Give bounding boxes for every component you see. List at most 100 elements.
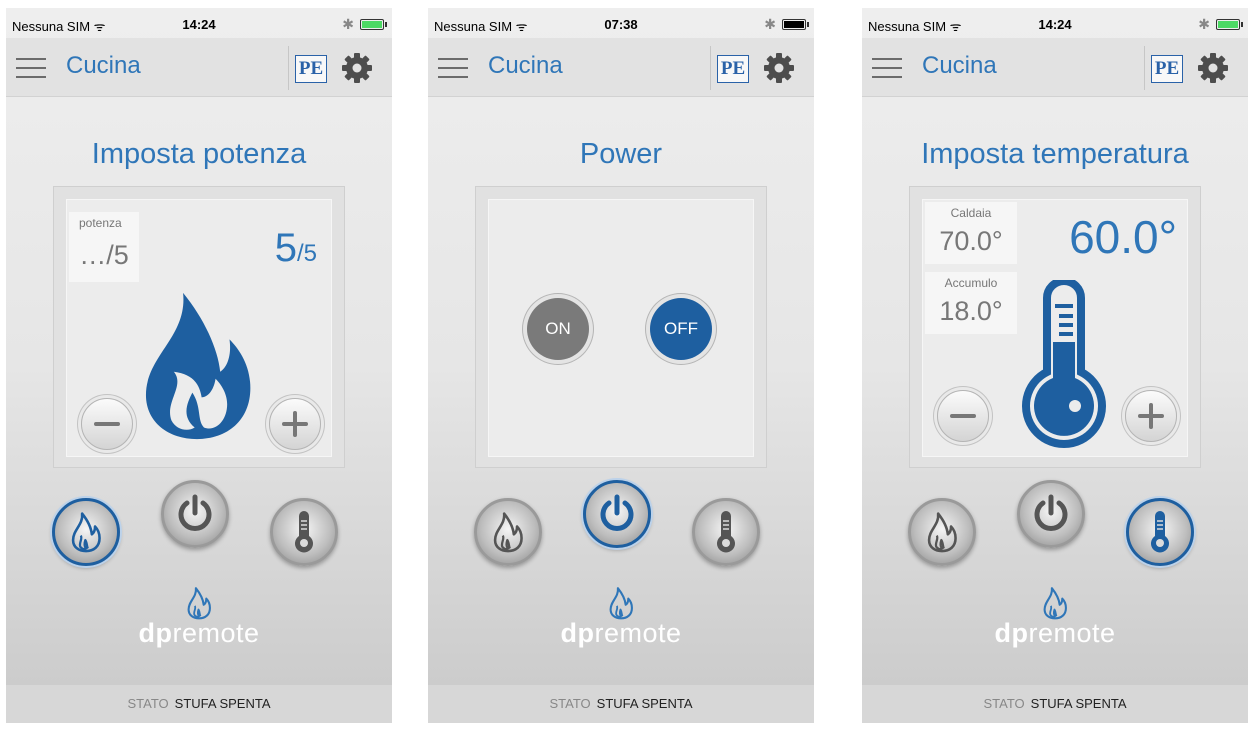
tab-temperature[interactable] <box>692 498 760 566</box>
screen-heading: Imposta temperatura <box>921 138 1189 170</box>
status-label: STATO <box>549 696 591 711</box>
bluetooth-icon: ✱ <box>764 16 776 32</box>
caldaia-box: Caldaia 70.0° <box>925 202 1017 264</box>
control-panel-inner: potenza …/5 5/5 <box>66 199 332 457</box>
potenza-value: …/5 <box>79 240 129 270</box>
top-bar: Cucina PE <box>6 38 392 97</box>
pe-logo[interactable]: PE <box>295 55 327 83</box>
clock: 07:38 <box>604 17 638 32</box>
screen-heading: Power <box>579 138 663 170</box>
battery-icon <box>1216 19 1243 30</box>
tab-on-off[interactable] <box>161 480 229 548</box>
thermometer-icon <box>283 511 325 553</box>
status-value: STUFA SPENTA <box>596 696 693 711</box>
tab-on-off[interactable] <box>1017 480 1085 548</box>
status-label: STATO <box>983 696 1025 711</box>
tab-temperature[interactable] <box>1126 498 1194 566</box>
pe-logo[interactable]: PE <box>1151 55 1183 83</box>
control-panel: Caldaia 70.0° Accumulo 18.0° 60.0° <box>909 186 1201 468</box>
menu-icon[interactable] <box>16 58 46 80</box>
gear-icon[interactable] <box>1197 52 1229 84</box>
screen-power: Nessuna SIM ᯤ 07:38 ✱ Cucina PE Power ON… <box>428 8 814 723</box>
status-footer: STATO STUFA SPENTA <box>6 685 392 723</box>
page-title: Cucina <box>922 52 997 79</box>
power-level-max: /5 <box>296 240 317 267</box>
control-panel: potenza …/5 5/5 <box>53 186 345 468</box>
power-icon <box>174 493 216 535</box>
screen-potenza: Nessuna SIM ᯤ 14:24 ✱ Cucina PE Imposta … <box>6 8 392 723</box>
control-panel-inner: Caldaia 70.0° Accumulo 18.0° 60.0° <box>922 199 1188 457</box>
status-bar: Nessuna SIM ᯤ 14:24 ✱ <box>6 8 392 38</box>
brand-light: remote <box>172 618 260 648</box>
power-icon <box>1030 493 1072 535</box>
clock: 14:24 <box>182 17 216 32</box>
brand-logo: dpremote <box>6 618 392 649</box>
menu-icon[interactable] <box>872 58 902 80</box>
brand-bold: dp <box>994 618 1029 648</box>
page-title: Cucina <box>488 52 563 79</box>
brand-bold: dp <box>138 618 173 648</box>
status-value: STUFA SPENTA <box>174 696 271 711</box>
tab-temperature[interactable] <box>270 498 338 566</box>
power-icon <box>596 493 638 535</box>
brand-flame-icon <box>186 586 212 620</box>
tab-power-level[interactable] <box>52 498 120 566</box>
power-level-number: 5 <box>274 226 297 270</box>
status-bar: Nessuna SIM ᯤ 14:24 ✱ <box>862 8 1248 38</box>
thermometer-icon <box>1139 511 1181 553</box>
battery-icon <box>360 19 387 30</box>
battery-icon <box>782 19 809 30</box>
power-level-value: 5/5 <box>275 226 317 271</box>
tab-power-level[interactable] <box>474 498 542 566</box>
status-footer: STATO STUFA SPENTA <box>428 685 814 723</box>
brand-light: remote <box>594 618 682 648</box>
flame-icon <box>487 511 529 553</box>
accumulo-value: 18.0° <box>939 296 1003 326</box>
screen-temperatura: Nessuna SIM ᯤ 14:24 ✱ Cucina PE Imposta … <box>862 8 1248 723</box>
plus-button[interactable] <box>269 398 321 450</box>
brand-flame-icon <box>608 586 634 620</box>
flame-icon <box>139 288 255 444</box>
status-footer: STATO STUFA SPENTA <box>862 685 1248 723</box>
pe-logo[interactable]: PE <box>717 55 749 83</box>
top-bar: Cucina PE <box>862 38 1248 97</box>
potenza-box: potenza …/5 <box>69 212 139 282</box>
tab-on-off[interactable] <box>583 480 651 548</box>
menu-icon[interactable] <box>438 58 468 80</box>
minus-button[interactable] <box>937 390 989 442</box>
accumulo-box: Accumulo 18.0° <box>925 272 1017 334</box>
gear-icon[interactable] <box>763 52 795 84</box>
page-title: Cucina <box>66 52 141 79</box>
status-bar: Nessuna SIM ᯤ 07:38 ✱ <box>428 8 814 38</box>
status-label: STATO <box>127 696 169 711</box>
minus-button[interactable] <box>81 398 133 450</box>
brand-bold: dp <box>560 618 595 648</box>
on-button[interactable]: ON <box>527 298 589 360</box>
temperature-setpoint: 60.0° <box>1069 211 1177 263</box>
flame-icon <box>921 511 963 553</box>
thermometer-icon <box>1019 280 1109 450</box>
divider <box>1144 46 1145 90</box>
divider <box>710 46 711 90</box>
flame-icon <box>65 511 107 553</box>
control-panel: ON OFF <box>475 186 767 468</box>
brand-flame-icon <box>1042 586 1068 620</box>
potenza-label: potenza <box>79 216 122 230</box>
divider <box>288 46 289 90</box>
caldaia-value: 70.0° <box>939 226 1003 256</box>
clock: 14:24 <box>1038 17 1072 32</box>
screen-heading: Imposta potenza <box>91 138 307 170</box>
brand-light: remote <box>1028 618 1116 648</box>
thermometer-icon <box>705 511 747 553</box>
brand-logo: dpremote <box>428 618 814 649</box>
tab-power-level[interactable] <box>908 498 976 566</box>
brand-logo: dpremote <box>862 618 1248 649</box>
off-button[interactable]: OFF <box>650 298 712 360</box>
accumulo-label: Accumulo <box>944 276 998 290</box>
top-bar: Cucina PE <box>428 38 814 97</box>
status-value: STUFA SPENTA <box>1030 696 1127 711</box>
plus-button[interactable] <box>1125 390 1177 442</box>
gear-icon[interactable] <box>341 52 373 84</box>
control-panel-inner: ON OFF <box>488 199 754 457</box>
caldaia-label: Caldaia <box>950 206 992 220</box>
